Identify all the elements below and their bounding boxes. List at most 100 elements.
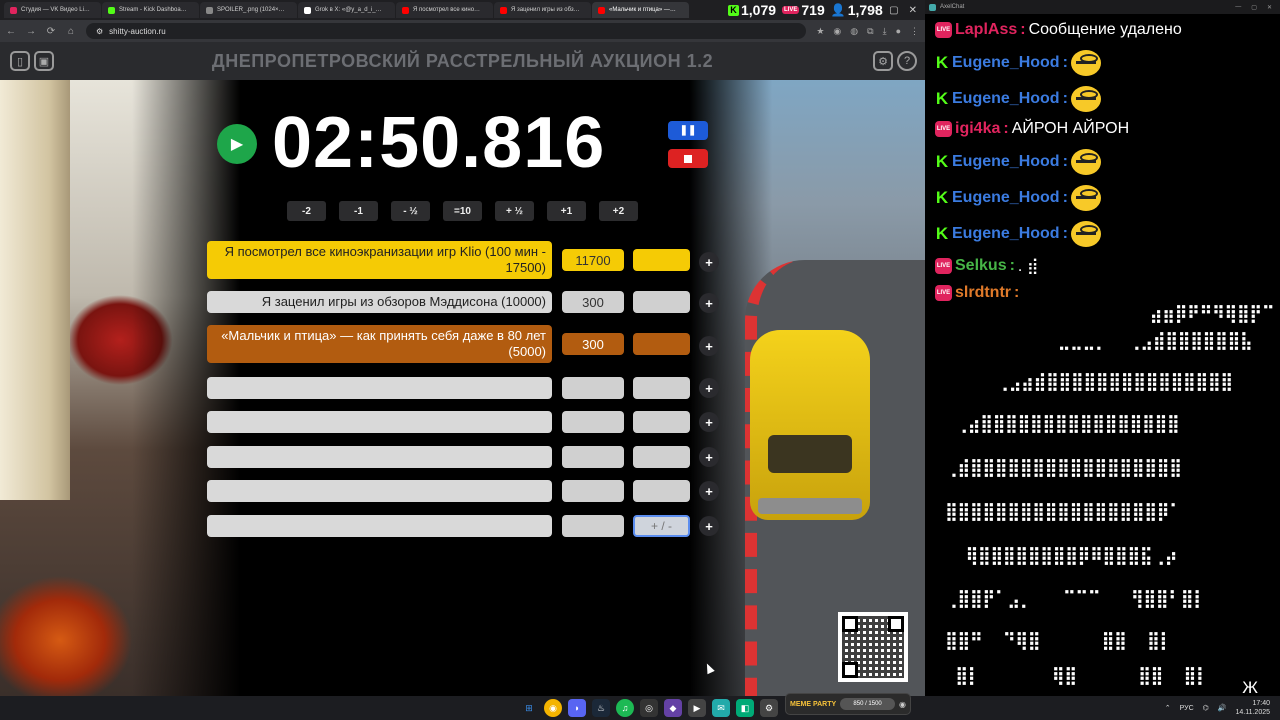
timer-plus-half-button[interactable]: + ½ bbox=[495, 201, 534, 221]
auction-stage: ▶ 02:50.816 ❚❚ -2 -1 - ½ =10 + ½ +1 +2 Я… bbox=[0, 80, 925, 696]
extension-icon[interactable]: ◍ bbox=[850, 26, 858, 37]
stop-button[interactable] bbox=[668, 149, 708, 168]
lot-add-input[interactable] bbox=[633, 480, 690, 502]
steam-icon[interactable]: ♨ bbox=[592, 699, 610, 717]
lot-name-field[interactable] bbox=[207, 411, 552, 433]
app-icon[interactable]: ◧ bbox=[736, 699, 754, 717]
bookmark-star-icon[interactable]: ★ bbox=[816, 26, 824, 37]
maximize-icon[interactable]: ▢ bbox=[1251, 4, 1257, 11]
lot-add-input[interactable] bbox=[633, 249, 690, 271]
start-windows-icon[interactable]: ⊞ bbox=[520, 699, 538, 717]
help-button[interactable]: ? bbox=[897, 51, 917, 71]
home-icon[interactable]: ⌂ bbox=[66, 26, 76, 37]
floppy-disk-icon: ▣ bbox=[38, 55, 50, 68]
lot-add-button[interactable]: + bbox=[699, 378, 719, 398]
tray-clock[interactable]: 17:40 14.11.2025 bbox=[1235, 699, 1270, 717]
lot-add-button[interactable]: + bbox=[699, 447, 719, 467]
chat-app-icon[interactable]: ✉ bbox=[712, 699, 730, 717]
browser-tab[interactable]: Студия — VK Видео Li… bbox=[4, 2, 101, 18]
play-button[interactable]: ▶ bbox=[217, 124, 257, 164]
timer-minus-1-button[interactable]: -1 bbox=[339, 201, 378, 221]
lot-add-input[interactable] bbox=[633, 411, 690, 433]
browser-tab[interactable]: Я заценил игры из обз… bbox=[494, 2, 591, 18]
lot-name-field[interactable]: Я заценил игры из обзоров Мэддисона (100… bbox=[207, 291, 552, 313]
question-icon: ? bbox=[903, 55, 911, 67]
lot-add-input-focused[interactable]: + / - bbox=[633, 515, 690, 537]
browser-tab[interactable]: Я посмотрел все кино… bbox=[396, 2, 493, 18]
timer-plus-1-button[interactable]: +1 bbox=[547, 201, 586, 221]
system-tray: ⌃ РУС ⌬ 🔊 17:40 14.11.2025 bbox=[1165, 696, 1270, 720]
lot-add-button[interactable]: + bbox=[699, 516, 719, 536]
media-icon[interactable]: ▶ bbox=[688, 699, 706, 717]
settings-button[interactable]: ⚙ bbox=[873, 51, 893, 71]
lot-sum-field[interactable]: 300 bbox=[562, 291, 624, 313]
browser-tab[interactable]: Grok в X: «@y_a_d_i_… bbox=[298, 2, 395, 18]
lot-add-button[interactable]: + bbox=[699, 481, 719, 501]
lot-name-field[interactable]: «Мальчик и птица» — как принять себя даж… bbox=[207, 325, 552, 363]
chat-username: Selkus bbox=[955, 257, 1007, 274]
browser-tab[interactable]: SPOILER_.png (1024×… bbox=[200, 2, 297, 18]
lot-name-field[interactable] bbox=[207, 515, 552, 537]
lot-add-button[interactable]: + bbox=[699, 412, 719, 432]
chat-colon: : bbox=[1062, 90, 1068, 107]
reload-icon[interactable]: ⟳ bbox=[46, 26, 56, 37]
close-icon[interactable]: ✕ bbox=[909, 5, 917, 16]
lot-add-button[interactable]: + bbox=[699, 252, 719, 272]
extension-icon[interactable]: ◉ bbox=[833, 26, 841, 37]
chrome-icon[interactable]: ◉ bbox=[544, 699, 562, 717]
timer-plus-2-button[interactable]: +2 bbox=[599, 201, 638, 221]
save-button[interactable]: ▣ bbox=[34, 51, 54, 71]
bee-emote-icon bbox=[1070, 221, 1101, 247]
timer-set-10-button[interactable]: =10 bbox=[443, 201, 482, 221]
sidebar-toggle-button[interactable]: ▯ bbox=[10, 51, 30, 71]
settings-icon[interactable]: ⚙ bbox=[760, 699, 778, 717]
discord-icon[interactable]: ◗ bbox=[568, 699, 586, 717]
chat-username: Eugene_Hood bbox=[952, 153, 1060, 170]
plus-icon: + bbox=[705, 254, 713, 270]
tray-chevron-icon[interactable]: ⌃ bbox=[1165, 704, 1171, 712]
lot-sum-field[interactable]: 11700 bbox=[562, 249, 624, 271]
download-icon[interactable]: ⤓ bbox=[883, 26, 887, 37]
chat-message: K Eugene_Hood: bbox=[935, 185, 1101, 211]
app-icon[interactable]: ◆ bbox=[664, 699, 682, 717]
lot-sum-field[interactable] bbox=[562, 515, 624, 537]
lot-name-field[interactable] bbox=[207, 480, 552, 502]
forward-icon[interactable]: → bbox=[26, 26, 36, 37]
lot-sum-field[interactable]: 300 bbox=[562, 333, 624, 355]
timer-minus-half-button[interactable]: - ½ bbox=[391, 201, 430, 221]
lot-add-input[interactable] bbox=[633, 291, 690, 313]
lot-name-field[interactable]: Я посмотрел все киноэкранизации игр Klio… bbox=[207, 241, 552, 279]
profile-icon[interactable]: ● bbox=[896, 26, 901, 37]
extensions-puzzle-icon[interactable]: ⧉ bbox=[867, 26, 873, 37]
timer-minus-2-button[interactable]: -2 bbox=[287, 201, 326, 221]
meme-party-widget[interactable]: MEME PARTY 850 / 1500 ◉ bbox=[785, 693, 911, 715]
network-icon[interactable]: ⌬ bbox=[1203, 704, 1209, 712]
lot-add-button[interactable]: + bbox=[699, 293, 719, 313]
lot-add-input[interactable] bbox=[633, 333, 690, 355]
lot-add-button[interactable]: + bbox=[699, 336, 719, 356]
maximize-icon[interactable]: ▢ bbox=[889, 5, 898, 16]
url-field[interactable]: ⚙ shitty-auction.ru bbox=[86, 23, 807, 39]
minimize-icon[interactable]: — bbox=[1235, 4, 1241, 11]
lot-sum-field[interactable] bbox=[562, 377, 624, 399]
obs-icon[interactable]: ◎ bbox=[640, 699, 658, 717]
back-icon[interactable]: ← bbox=[6, 26, 16, 37]
volume-icon[interactable]: 🔊 bbox=[1218, 704, 1227, 712]
menu-kebab-icon[interactable]: ⋮ bbox=[910, 26, 919, 37]
lot-add-input[interactable] bbox=[633, 446, 690, 468]
lot-sum-field[interactable] bbox=[562, 480, 624, 502]
tray-language[interactable]: РУС bbox=[1180, 705, 1194, 712]
lot-name-field[interactable] bbox=[207, 446, 552, 468]
pause-button[interactable]: ❚❚ bbox=[668, 121, 708, 140]
close-icon[interactable]: ✕ bbox=[1267, 4, 1272, 11]
plus-icon: + bbox=[705, 295, 713, 311]
browser-tab-active[interactable]: «Мальчик и птица» —… bbox=[592, 2, 689, 18]
spotify-icon[interactable]: ♫ bbox=[616, 699, 634, 717]
lot-sum-field[interactable] bbox=[562, 446, 624, 468]
lot-add-input[interactable] bbox=[633, 377, 690, 399]
minimize-icon[interactable]: — bbox=[869, 5, 879, 16]
browser-tab[interactable]: Stream - Kick Dashboa… bbox=[102, 2, 199, 18]
lot-sum-field[interactable] bbox=[562, 411, 624, 433]
site-info-icon[interactable]: ⚙ bbox=[96, 27, 103, 36]
lot-name-field[interactable] bbox=[207, 377, 552, 399]
